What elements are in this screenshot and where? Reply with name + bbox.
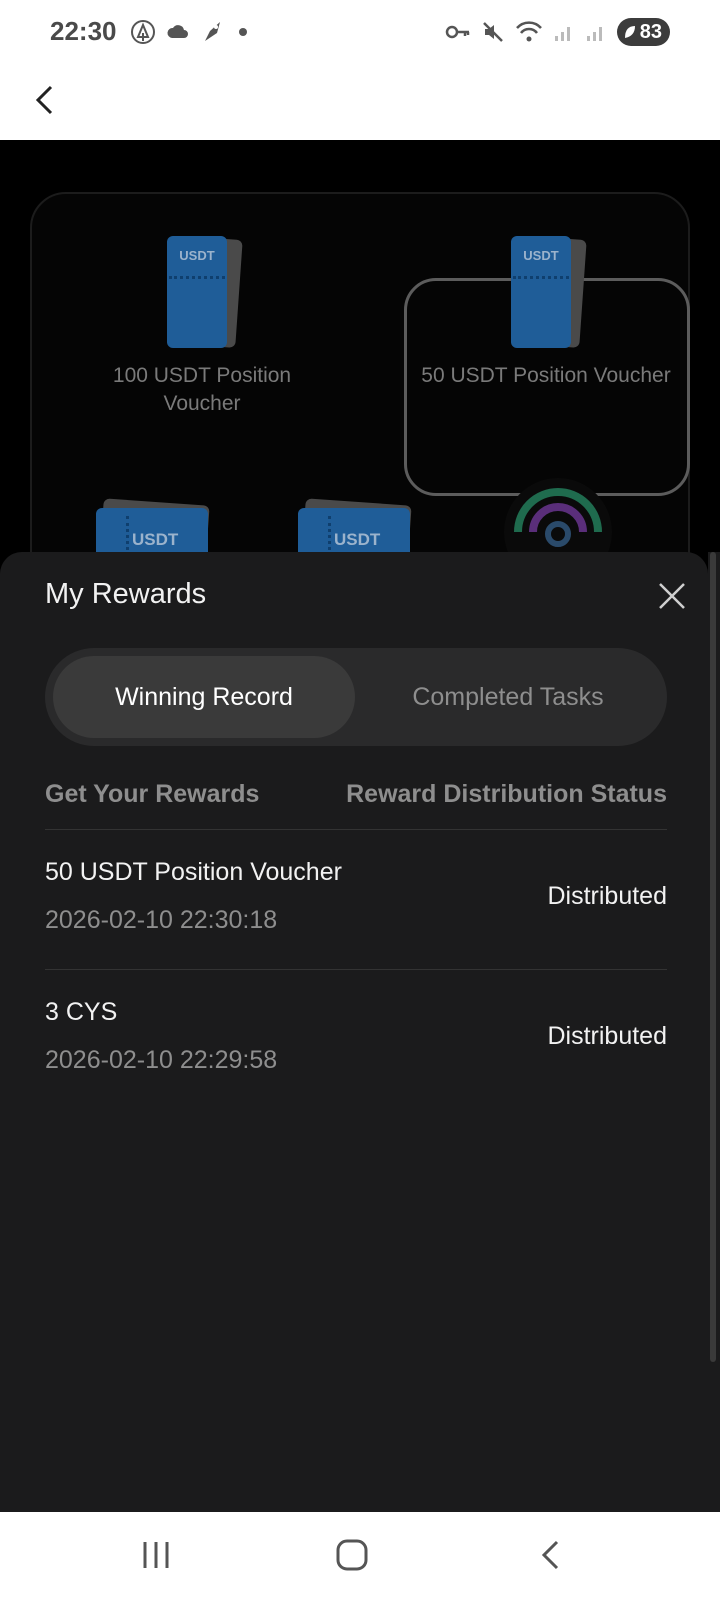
voucher-label: 50 USDT Position Voucher [421, 364, 671, 387]
ticket-icon: USDT [298, 498, 412, 558]
home-icon [336, 1539, 368, 1571]
voucher-item-selected[interactable]: USDT 50 USDT Position Voucher [416, 236, 676, 390]
signal-icon [554, 27, 570, 41]
reward-status: Distributed [547, 882, 668, 910]
dot-icon [239, 28, 247, 36]
close-button[interactable] [654, 578, 690, 614]
back-button[interactable] [22, 76, 66, 124]
sheet-title: My Rewards [45, 578, 207, 610]
system-nav-bar [0, 1512, 720, 1600]
reward-timestamp: 2026-02-10 22:30:18 [45, 906, 278, 934]
background-content: USDT 100 USDT Position Voucher USDT 50 U… [0, 140, 720, 612]
rewards-sheet: My Rewards Winning Record Completed Task… [0, 552, 708, 1512]
recents-icon [143, 1542, 169, 1568]
cloud-icon [167, 25, 188, 38]
column-header-status: Reward Distribution Status [346, 780, 667, 808]
tab-completed-tasks[interactable]: Completed Tasks [357, 656, 659, 738]
recents-button[interactable] [126, 1530, 186, 1580]
reward-title: 3 CYS [45, 998, 118, 1026]
voucher-item[interactable]: USDT 100 USDT Position Voucher [72, 236, 332, 418]
app-header [0, 64, 720, 140]
key-icon [445, 25, 469, 39]
ticket-icon: USDT [511, 236, 587, 348]
battery-level: 83 [639, 20, 662, 43]
home-button[interactable] [322, 1530, 382, 1580]
leaf-icon [624, 26, 635, 38]
reward-row: 50 USDT Position Voucher 2026-02-10 22:3… [45, 830, 667, 970]
scrollbar-thumb[interactable] [710, 552, 716, 1362]
ticket-icon: USDT [96, 498, 210, 558]
status-time: 22:30 [50, 16, 117, 46]
rocket-icon [205, 22, 220, 41]
chevron-left-icon [35, 85, 53, 115]
tab-winning-record[interactable]: Winning Record [53, 656, 355, 738]
voucher-grid-card: USDT 100 USDT Position Voucher USDT 50 U… [30, 192, 690, 612]
ticket-icon: USDT [167, 236, 243, 348]
wifi-icon [515, 21, 542, 42]
mute-icon [482, 22, 503, 42]
reward-timestamp: 2026-02-10 22:29:58 [45, 1046, 278, 1074]
reward-row: 3 CYS 2026-02-10 22:29:58 Distributed [45, 970, 667, 1110]
screen: 22:30 83 USDT 100 USDT Position Voucher … [0, 0, 720, 1600]
tab-switcher: Winning Record Completed Tasks [45, 648, 667, 746]
battery-indicator: 83 [616, 18, 670, 46]
status-right-icons: 83 [445, 16, 670, 48]
status-bar: 22:30 83 [0, 0, 720, 64]
close-icon [659, 583, 685, 609]
tree-icon [131, 20, 155, 44]
signal-icon [586, 27, 602, 41]
reward-title: 50 USDT Position Voucher [45, 858, 342, 886]
nav-back-button[interactable] [520, 1530, 580, 1580]
reward-status: Distributed [547, 1022, 668, 1050]
column-header-rewards: Get Your Rewards [45, 780, 260, 808]
column-headers: Get Your Rewards Reward Distribution Sta… [45, 780, 667, 820]
scrollbar[interactable] [708, 552, 720, 1512]
cys-logo-icon [498, 472, 618, 552]
status-left-icons [130, 16, 250, 48]
voucher-label: 100 USDT Position Voucher [112, 364, 292, 415]
chevron-left-icon [541, 1540, 559, 1570]
